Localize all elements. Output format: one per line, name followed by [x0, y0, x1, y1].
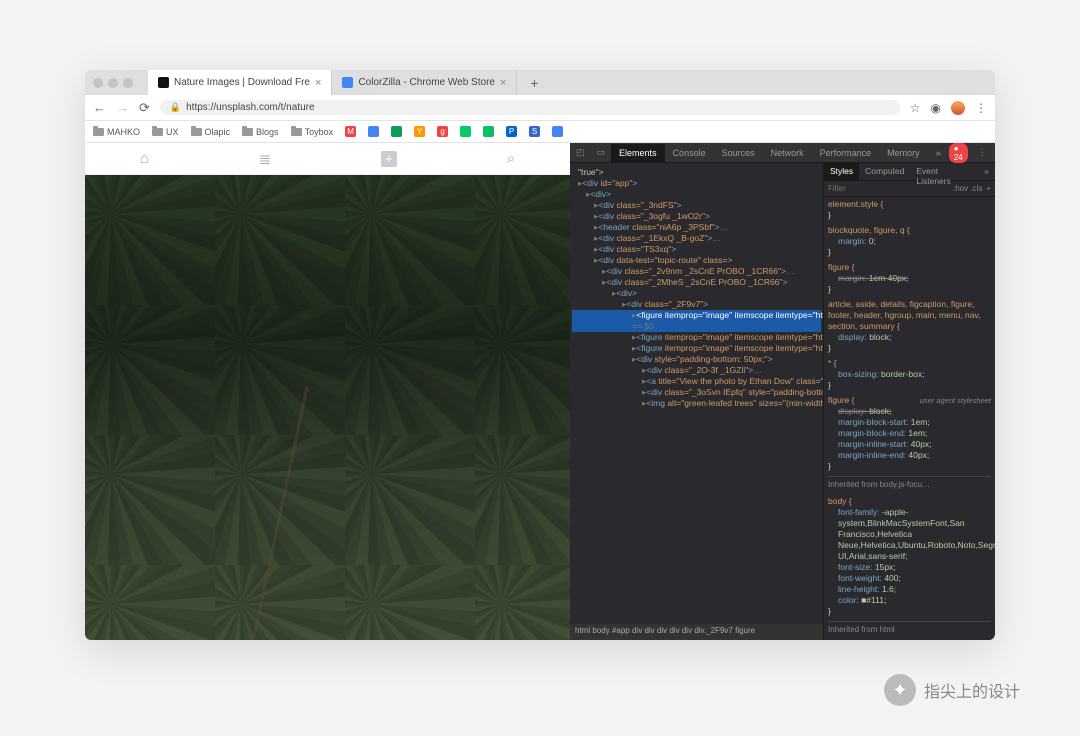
styles-tabs: StylesComputedEvent Listeners» — [824, 163, 995, 181]
reload-button[interactable]: ⟳ — [139, 100, 150, 116]
devtools-menu[interactable]: ⋮ — [972, 147, 993, 158]
devtools-tabbar: ◰ ▭ ElementsConsoleSourcesNetworkPerform… — [570, 143, 995, 163]
crumb[interactable]: html — [575, 626, 590, 635]
browser-tab[interactable]: ColorZilla - Chrome Web Store× — [332, 70, 517, 95]
home-icon[interactable]: ⌂ — [140, 150, 149, 167]
browser-tabs: Nature Images | Download Fre×ColorZilla … — [148, 70, 517, 95]
bookmark-item[interactable]: Y — [414, 126, 425, 137]
more-tabs[interactable]: » — [928, 144, 949, 162]
bookmark-item[interactable]: M — [345, 126, 356, 137]
bookmark-item[interactable]: UX — [152, 127, 179, 137]
hov-toggle[interactable]: :hov .cls — [953, 184, 982, 193]
bookmarks-bar: MAHKO UX Olapic Blogs Toybox M Yg P S — [85, 121, 995, 143]
breadcrumb[interactable]: html body #app div div div div div div._… — [570, 624, 823, 640]
filter-input[interactable] — [828, 184, 878, 193]
device-icon[interactable]: ▭ — [591, 147, 612, 158]
crumb[interactable]: div — [644, 626, 654, 635]
url-text: https://unsplash.com/t/nature — [186, 102, 314, 113]
hero-image-forest — [85, 175, 570, 640]
browser-window: Nature Images | Download Fre×ColorZilla … — [85, 70, 995, 640]
crumb[interactable]: div._2F9v7 — [694, 626, 733, 635]
traffic-close[interactable] — [93, 78, 103, 88]
devtools-tab[interactable]: Memory — [879, 144, 928, 162]
toolbar-right: ☆ ◉ ⋮ — [910, 101, 987, 115]
bookmark-item[interactable] — [552, 126, 563, 137]
watermark: ✦ 指尖上的设计 — [884, 674, 1020, 706]
dom-tree[interactable]: "true">▸<div id="app">▸<div>▸<div class=… — [570, 163, 823, 624]
bookmark-item[interactable] — [368, 126, 379, 137]
bookmark-item[interactable] — [460, 126, 471, 137]
devtools-panes: "true">▸<div id="app">▸<div>▸<div class=… — [570, 163, 995, 640]
page-content: ⌂ ≣ + ⌕ — [85, 143, 570, 640]
error-badge[interactable]: ● 24 — [949, 143, 968, 163]
crumb[interactable]: div — [682, 626, 692, 635]
crumb[interactable]: div — [632, 626, 642, 635]
bookmark-item[interactable] — [391, 126, 402, 137]
devtools-tab[interactable]: Elements — [611, 144, 665, 162]
inspect-icon[interactable]: ◰ — [570, 147, 591, 158]
styles-more[interactable]: » — [978, 163, 995, 180]
styles-tab[interactable]: Event Listeners — [910, 163, 978, 180]
close-tab-icon[interactable]: × — [500, 77, 506, 89]
close-tab-icon[interactable]: × — [315, 77, 321, 89]
add-icon[interactable]: + — [381, 151, 397, 167]
menu-icon[interactable]: ⋮ — [975, 101, 987, 115]
crumb[interactable]: figure — [735, 626, 755, 635]
traffic-max[interactable] — [123, 78, 133, 88]
star-icon[interactable]: ☆ — [910, 101, 921, 115]
search-icon[interactable]: ⌕ — [507, 150, 515, 167]
address-bar: ← → ⟳ 🔒 https://unsplash.com/t/nature ☆ … — [85, 95, 995, 121]
url-field[interactable]: 🔒 https://unsplash.com/t/nature — [160, 100, 900, 115]
bookmark-item[interactable]: Blogs — [242, 127, 279, 137]
site-nav: ⌂ ≣ + ⌕ — [85, 143, 570, 175]
new-tab-button[interactable]: + — [522, 75, 546, 91]
styles-filter: :hov .cls + — [824, 181, 995, 197]
bookmark-item[interactable]: g — [437, 126, 448, 137]
stack-icon[interactable]: ≣ — [259, 150, 272, 168]
devtools-tab[interactable]: Network — [763, 144, 812, 162]
devtools-tab[interactable]: Performance — [812, 144, 880, 162]
forward-button[interactable]: → — [116, 100, 129, 115]
devtools-panel: ◰ ▭ ElementsConsoleSourcesNetworkPerform… — [570, 143, 995, 640]
devtools-close[interactable]: ✕ — [993, 147, 995, 158]
crumb[interactable]: div — [669, 626, 679, 635]
watermark-text: 指尖上的设计 — [924, 678, 1020, 702]
bookmark-item[interactable]: P — [506, 126, 517, 137]
styles-pane: StylesComputedEvent Listeners» :hov .cls… — [823, 163, 995, 640]
titlebar: Nature Images | Download Fre×ColorZilla … — [85, 70, 995, 95]
traffic-min[interactable] — [108, 78, 118, 88]
css-rules[interactable]: element.style {}blockquote, figure, q {m… — [824, 197, 995, 640]
bookmark-item[interactable]: MAHKO — [93, 127, 140, 137]
avatar-icon[interactable] — [951, 101, 965, 115]
content-row: ⌂ ≣ + ⌕ ◰ ▭ ElementsConsoleSourcesNetwor… — [85, 143, 995, 640]
wechat-icon: ✦ — [884, 674, 916, 706]
bookmark-item[interactable]: S — [529, 126, 540, 137]
bookmark-item[interactable] — [483, 126, 494, 137]
crumb[interactable]: body — [592, 626, 609, 635]
add-rule-icon[interactable]: + — [986, 184, 991, 193]
extension-icon[interactable]: ◉ — [931, 101, 941, 115]
styles-tab[interactable]: Styles — [824, 163, 859, 180]
bookmark-item[interactable]: Toybox — [291, 127, 334, 137]
browser-tab[interactable]: Nature Images | Download Fre× — [148, 70, 332, 95]
bookmark-item[interactable]: Olapic — [191, 127, 231, 137]
devtools-tab[interactable]: Sources — [714, 144, 763, 162]
lock-icon: 🔒 — [170, 102, 181, 113]
crumb[interactable]: #app — [612, 626, 630, 635]
back-button[interactable]: ← — [93, 100, 106, 115]
crumb[interactable]: div — [657, 626, 667, 635]
devtools-tab[interactable]: Console — [665, 144, 714, 162]
styles-tab[interactable]: Computed — [859, 163, 910, 180]
